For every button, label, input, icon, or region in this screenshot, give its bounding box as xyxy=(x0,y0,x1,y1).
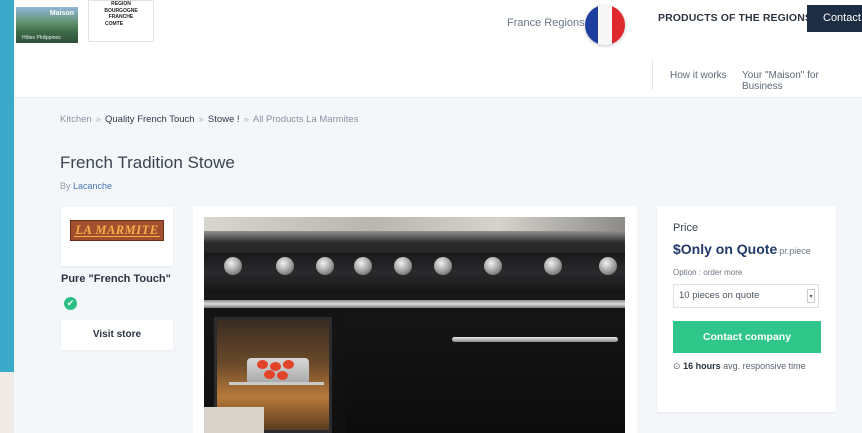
page: Maison Hôtes Philippines REGION BOURGOGN… xyxy=(14,0,862,433)
breadcrumb-separator: » xyxy=(243,114,249,125)
seller-name: Pure "French Touch" xyxy=(61,273,171,285)
price-value: $Only on Quote pr.piece xyxy=(673,241,811,259)
breadcrumb-item[interactable]: All Products La Marmites xyxy=(253,114,359,125)
page-title: French Tradition Stowe xyxy=(60,153,235,172)
nav-maison-business[interactable]: Your "Maison" for Business xyxy=(742,70,862,92)
seller-logo-card[interactable]: LA MARMITE xyxy=(61,207,173,266)
product-image-card xyxy=(193,206,637,433)
seller-logo: LA MARMITE xyxy=(70,220,164,241)
site-header: Maison Hôtes Philippines REGION BOURGOGN… xyxy=(14,0,862,98)
nav-how-it-works[interactable]: How it works xyxy=(670,70,727,81)
breadcrumb: Kitchen» Quality French Touch» Stowe !» All… xyxy=(60,114,358,125)
breadcrumb-item[interactable]: Quality French Touch xyxy=(105,114,195,125)
response-time: ⊙ 16 hours avg. responsive time xyxy=(673,361,806,372)
french-flag-icon[interactable] xyxy=(585,5,625,45)
price-amount: $Only on Quote xyxy=(673,241,778,257)
region-logo-line: COMTE xyxy=(105,20,124,27)
contact-company-button[interactable]: Contact company xyxy=(673,321,821,353)
products-of-regions-button[interactable]: PRODUCTS OF THE REGIONS xyxy=(658,12,812,24)
product-image[interactable] xyxy=(204,217,625,433)
logo-subtitle: Hôtes Philippines xyxy=(22,35,61,41)
nav-divider xyxy=(652,60,653,90)
breadcrumb-item[interactable]: Kitchen xyxy=(60,114,92,125)
visit-store-button[interactable]: Visit store xyxy=(61,320,173,350)
clock-icon: ⊙ xyxy=(673,361,681,371)
breadcrumb-separator: » xyxy=(95,114,101,125)
site-logo[interactable]: Maison Hôtes Philippines xyxy=(16,7,78,43)
frame-edge xyxy=(0,372,14,433)
brand-link[interactable]: Lacanche xyxy=(73,181,112,191)
option-label: Option : order more xyxy=(673,268,743,277)
by-prefix: By xyxy=(60,181,71,191)
breadcrumb-item[interactable]: Stowe ! xyxy=(208,114,240,125)
price-card: Price $Only on Quote pr.piece Option : or… xyxy=(657,206,836,412)
logo-title: Maison xyxy=(49,10,74,17)
response-hours: 16 hours xyxy=(683,361,721,371)
france-regions-link[interactable]: France Regions xyxy=(507,17,585,29)
verified-check-icon: ✔ xyxy=(64,297,77,310)
breadcrumb-separator: » xyxy=(198,114,204,125)
contact-button[interactable]: Contact xyxy=(807,5,862,32)
quantity-select-value: 10 pieces on quote xyxy=(679,290,760,301)
region-logo[interactable]: REGION BOURGOGNE FRANCHE COMTE xyxy=(88,0,154,42)
chevron-down-icon[interactable]: ▾ xyxy=(807,289,815,303)
price-label: Price xyxy=(673,222,699,234)
price-unit: pr.piece xyxy=(779,246,811,256)
response-suffix: avg. responsive time xyxy=(723,361,806,371)
by-line: By Lacanche xyxy=(60,181,112,191)
quantity-select[interactable]: 10 pieces on quote ▾ xyxy=(673,284,819,308)
